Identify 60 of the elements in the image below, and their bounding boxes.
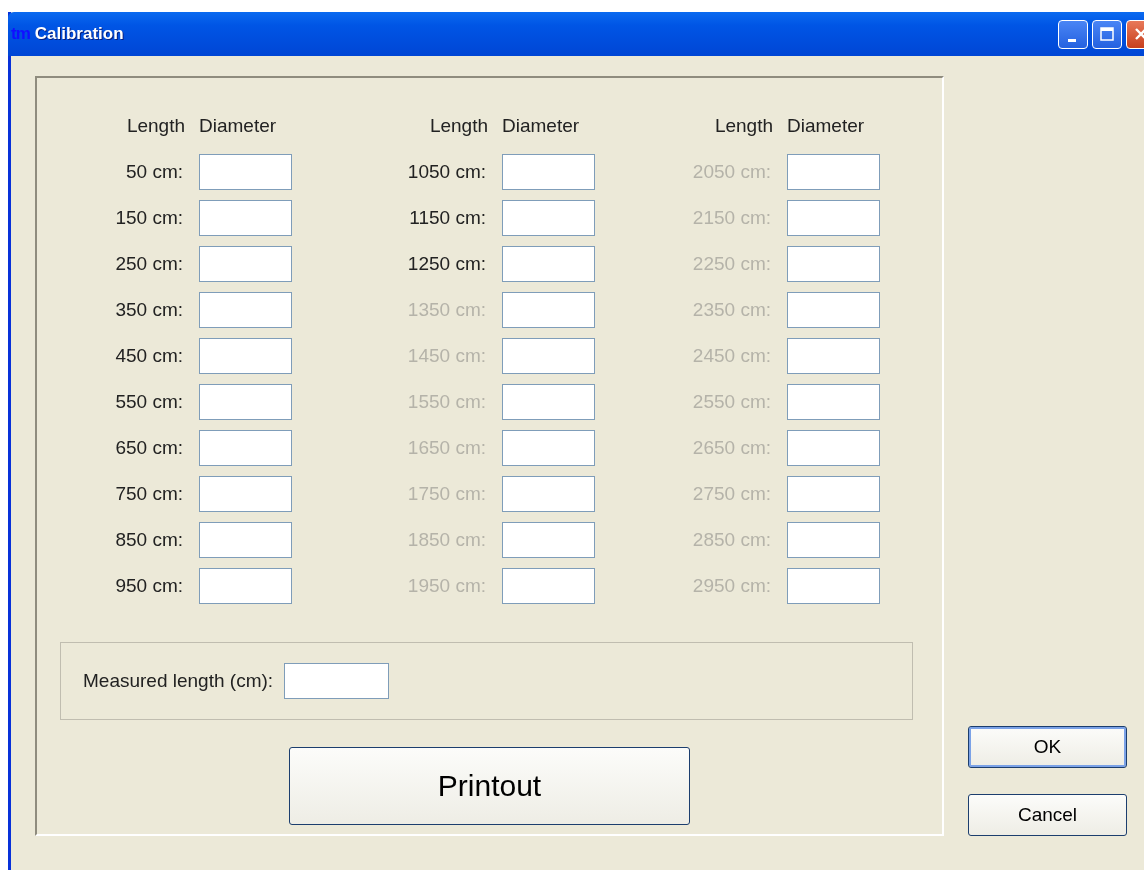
diameter-field[interactable] bbox=[199, 246, 292, 282]
diameter-field[interactable] bbox=[199, 338, 292, 374]
length-label: 450 cm: bbox=[114, 344, 184, 368]
diameter-field[interactable] bbox=[787, 292, 880, 328]
column-header: Length bbox=[428, 114, 489, 138]
maximize-button[interactable] bbox=[1092, 19, 1122, 49]
diameter-field[interactable] bbox=[502, 246, 595, 282]
diameter-field[interactable] bbox=[787, 476, 880, 512]
diameter-field[interactable] bbox=[787, 522, 880, 558]
diameter-field[interactable] bbox=[502, 154, 595, 190]
minimize-button[interactable] bbox=[1058, 19, 1088, 49]
column-header: Diameter bbox=[787, 114, 866, 138]
diameter-field[interactable] bbox=[787, 200, 880, 236]
diameter-field[interactable] bbox=[199, 522, 292, 558]
diameter-field[interactable] bbox=[787, 384, 880, 420]
length-label: 1150 cm: bbox=[408, 206, 487, 230]
diameter-field[interactable] bbox=[787, 246, 880, 282]
measured-length-field[interactable] bbox=[284, 663, 390, 699]
diameter-field[interactable] bbox=[502, 200, 595, 236]
minimize-icon bbox=[1067, 38, 1076, 42]
diameter-field[interactable] bbox=[199, 154, 292, 190]
length-label: 250 cm: bbox=[114, 252, 184, 276]
length-label: 850 cm: bbox=[114, 528, 184, 552]
length-label: 1050 cm: bbox=[406, 160, 487, 184]
measured-length-label: Measured length (cm): bbox=[83, 670, 274, 692]
diameter-field[interactable] bbox=[787, 338, 880, 374]
column-header: Length bbox=[713, 114, 774, 138]
length-label: 750 cm: bbox=[114, 482, 184, 506]
length-label: 650 cm: bbox=[114, 436, 184, 460]
diameter-field[interactable] bbox=[502, 476, 595, 512]
diameter-field[interactable] bbox=[199, 384, 292, 420]
diameter-field[interactable] bbox=[787, 154, 880, 190]
diameter-field[interactable] bbox=[199, 200, 292, 236]
length-label: 1250 cm: bbox=[406, 252, 487, 276]
diameter-field[interactable] bbox=[502, 568, 595, 604]
maximize-icon bbox=[1099, 26, 1115, 42]
diameter-field[interactable] bbox=[502, 384, 595, 420]
column-header: Length bbox=[125, 114, 186, 138]
diameter-field[interactable] bbox=[502, 292, 595, 328]
app-logo: tm bbox=[11, 24, 30, 44]
diameter-field[interactable] bbox=[502, 430, 595, 466]
length-label: 150 cm: bbox=[114, 206, 184, 230]
length-label: 950 cm: bbox=[114, 574, 184, 598]
length-label: 550 cm: bbox=[114, 390, 184, 414]
cancel-button[interactable]: Cancel bbox=[968, 794, 1127, 836]
printout-button[interactable]: Printout bbox=[289, 747, 690, 825]
diameter-field[interactable] bbox=[787, 430, 880, 466]
column-header: Diameter bbox=[199, 114, 278, 138]
window-title: Calibration bbox=[34, 24, 124, 44]
length-label: 50 cm: bbox=[124, 160, 184, 184]
diameter-field[interactable] bbox=[199, 568, 292, 604]
diameter-field[interactable] bbox=[199, 476, 292, 512]
diameter-field[interactable] bbox=[199, 430, 292, 466]
diameter-field[interactable] bbox=[502, 522, 595, 558]
length-label: 350 cm: bbox=[114, 298, 184, 322]
column-header: Diameter bbox=[502, 114, 581, 138]
ok-button[interactable]: OK bbox=[968, 726, 1127, 768]
diameter-field[interactable] bbox=[787, 568, 880, 604]
diameter-field[interactable] bbox=[199, 292, 292, 328]
diameter-field[interactable] bbox=[502, 338, 595, 374]
